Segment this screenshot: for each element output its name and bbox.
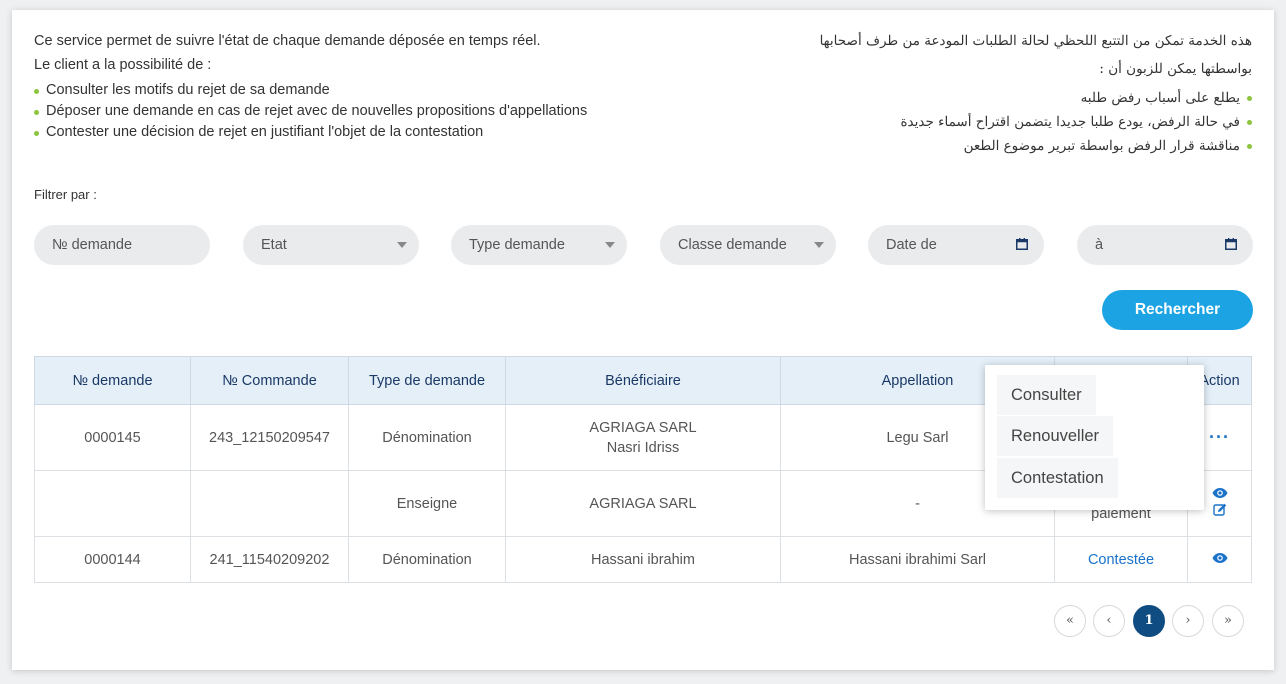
eye-icon[interactable]	[1212, 487, 1228, 501]
date-a-input[interactable]: à	[1077, 225, 1253, 265]
cell-num-commande	[190, 470, 349, 537]
date-de-input[interactable]: Date de	[868, 225, 1044, 265]
caret-down-icon	[605, 242, 615, 248]
main-card: Ce service permet de suivre l'état de ch…	[12, 10, 1274, 670]
pager-last-button[interactable]: »	[1212, 605, 1244, 637]
cell-num-commande: 241_11540209202	[190, 536, 349, 583]
date-a-placeholder: à	[1095, 237, 1104, 253]
action-dropdown-menu: Consulter Renouveller Contestation	[985, 365, 1204, 510]
classe-demande-label: Classe demande	[678, 237, 787, 253]
cell-num-demande	[34, 470, 191, 537]
etat-select-label: Etat	[261, 237, 287, 253]
pager-next-button[interactable]: ›	[1172, 605, 1204, 637]
pager-prev-button[interactable]: ‹	[1093, 605, 1125, 637]
type-demande-label: Type demande	[469, 237, 565, 253]
cell-action	[1187, 536, 1252, 583]
caret-down-icon	[397, 242, 407, 248]
cell-type: Enseigne	[348, 470, 506, 537]
intro-fr-list: Consulter les motifs du rejet de sa dema…	[34, 80, 654, 143]
col-header-num-demande: № demande	[34, 356, 191, 405]
cell-appellation: Hassani ibrahimi Sarl	[780, 536, 1055, 583]
cell-etat: Contestée	[1054, 536, 1188, 583]
intro-arabic: هذه الخدمة تمكن من التتبع اللحظي لحالة ا…	[692, 30, 1252, 158]
intro-fr-bullet: Déposer une demande en cas de rejet avec…	[34, 101, 654, 122]
intro-fr-bullet: Contester une décision de rejet en justi…	[34, 122, 654, 143]
beneficiaire-company: AGRIAGA SARL	[589, 419, 697, 436]
edit-icon[interactable]	[1212, 503, 1228, 517]
menu-item-renouveller[interactable]: Renouveller	[997, 416, 1114, 456]
intro-french: Ce service permet de suivre l'état de ch…	[34, 32, 654, 143]
filter-bar: № demande Etat Type demande Classe deman…	[34, 225, 1253, 265]
caret-down-icon	[814, 242, 824, 248]
classe-demande-select[interactable]: Classe demande	[660, 225, 836, 265]
col-header-num-commande: № Commande	[190, 356, 349, 405]
num-demande-input[interactable]: № demande	[34, 225, 210, 265]
cell-beneficiaire: Hassani ibrahim	[505, 536, 781, 583]
intro-ar-bullet: مناقشة قرار الرفض بواسطة تبرير موضوع الط…	[692, 134, 1252, 158]
col-header-type: Type de demande	[348, 356, 506, 405]
intro-ar-bullet: يطلع على أسباب رفض طلبه	[692, 86, 1252, 110]
cell-num-demande: 0000144	[34, 536, 191, 583]
menu-item-contestation[interactable]: Contestation	[997, 458, 1118, 498]
pager-current-page[interactable]: 1	[1133, 605, 1165, 637]
eye-icon[interactable]	[1212, 552, 1228, 566]
calendar-icon	[1225, 238, 1237, 250]
calendar-icon	[1016, 238, 1028, 250]
menu-item-consulter[interactable]: Consulter	[997, 375, 1096, 415]
intro-ar-line1: هذه الخدمة تمكن من التتبع اللحظي لحالة ا…	[819, 33, 1252, 49]
beneficiaire-person: Nasri Idriss	[606, 439, 680, 456]
pager-first-button[interactable]: «	[1054, 605, 1086, 637]
status-contestee[interactable]: Contestée	[1088, 552, 1154, 568]
type-demande-select[interactable]: Type demande	[451, 225, 627, 265]
intro-fr-bullet: Consulter les motifs du rejet de sa dema…	[34, 80, 654, 101]
more-options-icon[interactable]: ···	[1209, 427, 1230, 447]
cell-beneficiaire: AGRIAGA SARL Nasri Idriss	[505, 404, 781, 471]
etat-select[interactable]: Etat	[243, 225, 419, 265]
intro-ar-list: يطلع على أسباب رفض طلبه في حالة الرفض، ي…	[692, 86, 1252, 158]
cell-num-commande: 243_12150209547	[190, 404, 349, 471]
intro-fr-line2: Le client a la possibilité de :	[34, 57, 212, 73]
intro-fr-line1: Ce service permet de suivre l'état de ch…	[34, 33, 541, 49]
num-demande-placeholder: № demande	[52, 237, 133, 253]
cell-type: Dénomination	[348, 404, 506, 471]
intro-ar-bullet: في حالة الرفض، يودع طلبا جديدا يتضمن اقت…	[692, 110, 1252, 134]
col-header-beneficiaire: Bénéficiaire	[505, 356, 781, 405]
table-row: 0000144 241_11540209202 Dénomination Has…	[34, 536, 1252, 583]
date-de-placeholder: Date de	[886, 237, 937, 253]
filter-label: Filtrer par :	[34, 187, 97, 202]
cell-beneficiaire: AGRIAGA SARL	[505, 470, 781, 537]
cell-type: Dénomination	[348, 536, 506, 583]
intro-ar-line2: بواسطتها يمكن للزبون أن :	[1099, 61, 1252, 77]
cell-num-demande: 0000145	[34, 404, 191, 471]
search-button[interactable]: Rechercher	[1102, 290, 1253, 330]
